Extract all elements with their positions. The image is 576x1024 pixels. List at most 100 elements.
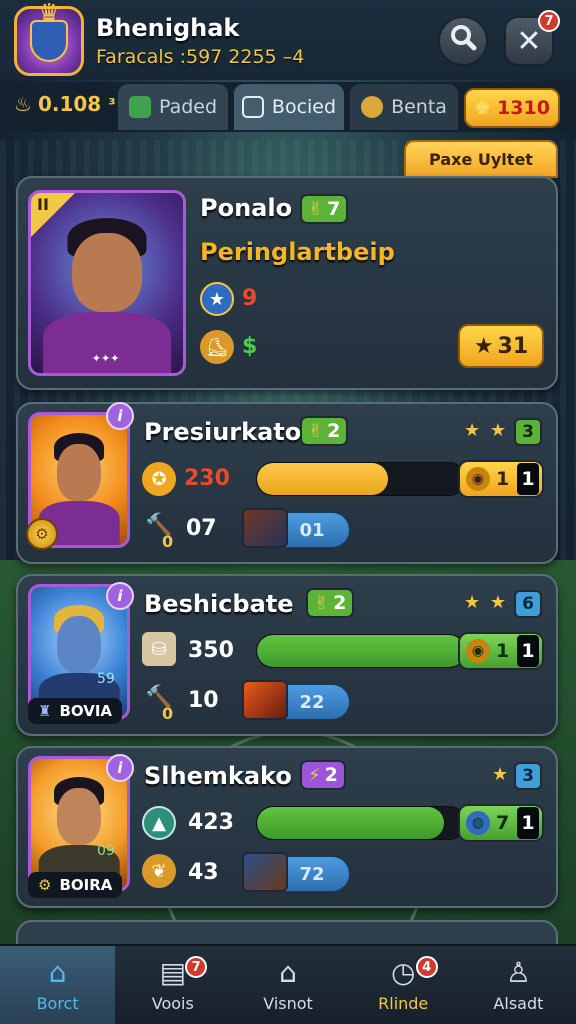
stat-value: 9 <box>242 286 258 311</box>
chart-icon: ▤ <box>159 955 187 989</box>
progress-bar <box>256 806 466 840</box>
player-card[interactable]: i ⚙ Presiurkato ✌ 2 ★ ★ 3 ✪ 230 ◉ 1 1 🔨 … <box>16 402 558 564</box>
stat-value: 07 <box>186 516 217 541</box>
tab-benta[interactable]: Benta <box>350 84 458 130</box>
globe-icon: ◍ <box>466 811 490 835</box>
coin-icon: ◉ <box>466 639 490 663</box>
info-icon[interactable]: i <box>106 754 134 782</box>
notification-badge: 7 <box>538 10 560 32</box>
bolt-icon: ⚡ <box>308 764 321 786</box>
tab-label: Benta <box>391 96 447 118</box>
cup-icon: ⛁ <box>142 632 176 666</box>
portrait-mark: ✦✦✦ <box>91 352 120 365</box>
user-icon: ♙ <box>505 955 531 989</box>
tab-paded[interactable]: Paded <box>118 84 228 130</box>
stat-value: 10 <box>188 688 219 713</box>
stat-value: 423 <box>188 810 234 835</box>
crown-icon: ♚ <box>474 97 492 119</box>
hand-icon: ✌ <box>314 592 330 614</box>
info-icon[interactable]: i <box>106 582 134 610</box>
nav-label: Voois <box>151 993 194 1013</box>
featured-player-card[interactable]: II ✦✦✦ Ponalo ✌ 7 Peringlartbeip ★ 9 ⛸ $… <box>16 176 558 390</box>
name-plate: ♜ BOVIA <box>28 698 123 724</box>
progress-fill <box>257 807 445 839</box>
currency-value: 0.108 ᶟ <box>37 92 116 116</box>
hexagon-icon <box>128 96 151 118</box>
portrait-number: 09 <box>97 843 115 859</box>
progress-fill <box>257 635 465 667</box>
player-card[interactable]: 59 i ♜ BOVIA Beshicbate ✌ 2 ★ ★ 6 ⛁ 350 … <box>16 574 558 736</box>
team-emblem[interactable]: ♛ <box>14 0 84 76</box>
player-name: Slhemkako <box>144 762 292 790</box>
tab-bocied[interactable]: Bocied <box>234 84 344 130</box>
player-name: Ponalo <box>200 194 293 222</box>
level-badge: ✌ 2 <box>300 416 349 446</box>
coin-icon: ⚙ <box>26 518 58 550</box>
nav-alsadt[interactable]: ♙ Alsadt <box>461 946 576 1024</box>
boot-icon: ⛸ <box>200 330 234 364</box>
stat-value: 350 <box>188 638 234 663</box>
progress-bar <box>256 634 466 668</box>
level-badge: ✌ 2 <box>306 588 355 618</box>
team-title: Bhenighak <box>96 14 240 42</box>
star-coin-icon: ★ <box>200 282 234 316</box>
level-badge: ⚡ 2 <box>300 760 346 790</box>
nav-voois[interactable]: ▤ Voois 7 <box>115 946 230 1024</box>
star-icon: ★ <box>473 333 494 359</box>
gold-balance-button[interactable]: ♚ 1310 <box>464 88 560 128</box>
rating-stars: ★ ★ <box>464 592 508 613</box>
rank-badge: 3 <box>514 762 542 790</box>
money-value: $ <box>242 334 258 359</box>
rank-badge: 6 <box>514 590 542 618</box>
resource-pill[interactable]: ◉ 1 1 <box>458 460 544 498</box>
nav-rlinde[interactable]: ◷ Rlinde 4 <box>346 946 461 1024</box>
nav-label: Visnot <box>263 993 313 1013</box>
house-icon: ⌂ <box>279 955 297 989</box>
leaf-icon: ❦ <box>142 854 176 888</box>
progress-fill <box>257 463 389 495</box>
level-badge: ✌ 7 <box>300 194 349 224</box>
nav-badge: 4 <box>415 956 438 978</box>
search-button[interactable] <box>438 16 488 66</box>
player-name: Presiurkato <box>144 418 302 446</box>
skill-thumbnail <box>242 680 288 720</box>
stat-value: 43 <box>188 860 219 885</box>
player-card[interactable]: 09 i ⚙ BOIRA Slhemkako ⚡ 2 ★ 3 ▲ 423 ◍ 7… <box>16 746 558 908</box>
close-icon: ✕ <box>516 23 542 59</box>
corner-tag: II <box>31 193 75 237</box>
resource-pill[interactable]: ◉ 1 1 <box>458 632 544 670</box>
crown-icon: ♛ <box>37 0 61 29</box>
portrait-number: 59 <box>97 671 115 687</box>
tab-label: Paded <box>158 96 218 118</box>
home-icon: ⌂ <box>48 955 67 989</box>
skill-thumbnail <box>242 852 288 892</box>
nav-home[interactable]: ⌂ Borct <box>0 946 116 1024</box>
resource-pill[interactable]: ◍ 7 1 <box>458 804 544 842</box>
sub-label: 0 <box>162 532 174 551</box>
currency-display: ♨ 0.108 ᶟ <box>14 92 116 116</box>
lamp-icon: ♨ <box>14 92 32 116</box>
nav-badge: 7 <box>185 956 208 978</box>
trophy-icon: ♜ <box>38 702 52 720</box>
featured-ribbon[interactable]: Paxe Uyltet <box>404 140 558 178</box>
player-subtitle: Peringlartbeip <box>200 238 395 266</box>
nav-label: Borct <box>36 993 79 1013</box>
badge-icon: ✪ <box>142 462 176 496</box>
name-plate: ⚙ BOIRA <box>28 872 123 898</box>
rating-stars: ★ <box>492 764 511 785</box>
coin-icon: ⚙ <box>38 876 52 894</box>
stars-button[interactable]: ★ 31 <box>458 324 544 368</box>
nav-visnot[interactable]: ⌂ Visnot <box>230 946 345 1024</box>
rank-badge: 3 <box>514 418 542 446</box>
shoe-icon <box>361 96 384 118</box>
gold-value: 1310 <box>497 97 550 119</box>
nav-label: Rlinde <box>378 993 429 1013</box>
info-icon[interactable]: i <box>106 402 134 430</box>
bottom-navigation: ⌂ Borct ▤ Voois 7 ⌂ Visnot ◷ Rlinde 4 ♙ … <box>0 944 576 1024</box>
screen-icon <box>241 96 264 118</box>
stat-value: 230 <box>184 466 230 491</box>
coin-icon: ◉ <box>466 467 490 491</box>
tabs-row: ♨ 0.108 ᶟ Paded Bocied Benta ♚ 1310 <box>0 82 576 132</box>
player-name: Beshicbate <box>144 590 294 618</box>
close-button[interactable]: ✕ 7 <box>504 10 560 66</box>
